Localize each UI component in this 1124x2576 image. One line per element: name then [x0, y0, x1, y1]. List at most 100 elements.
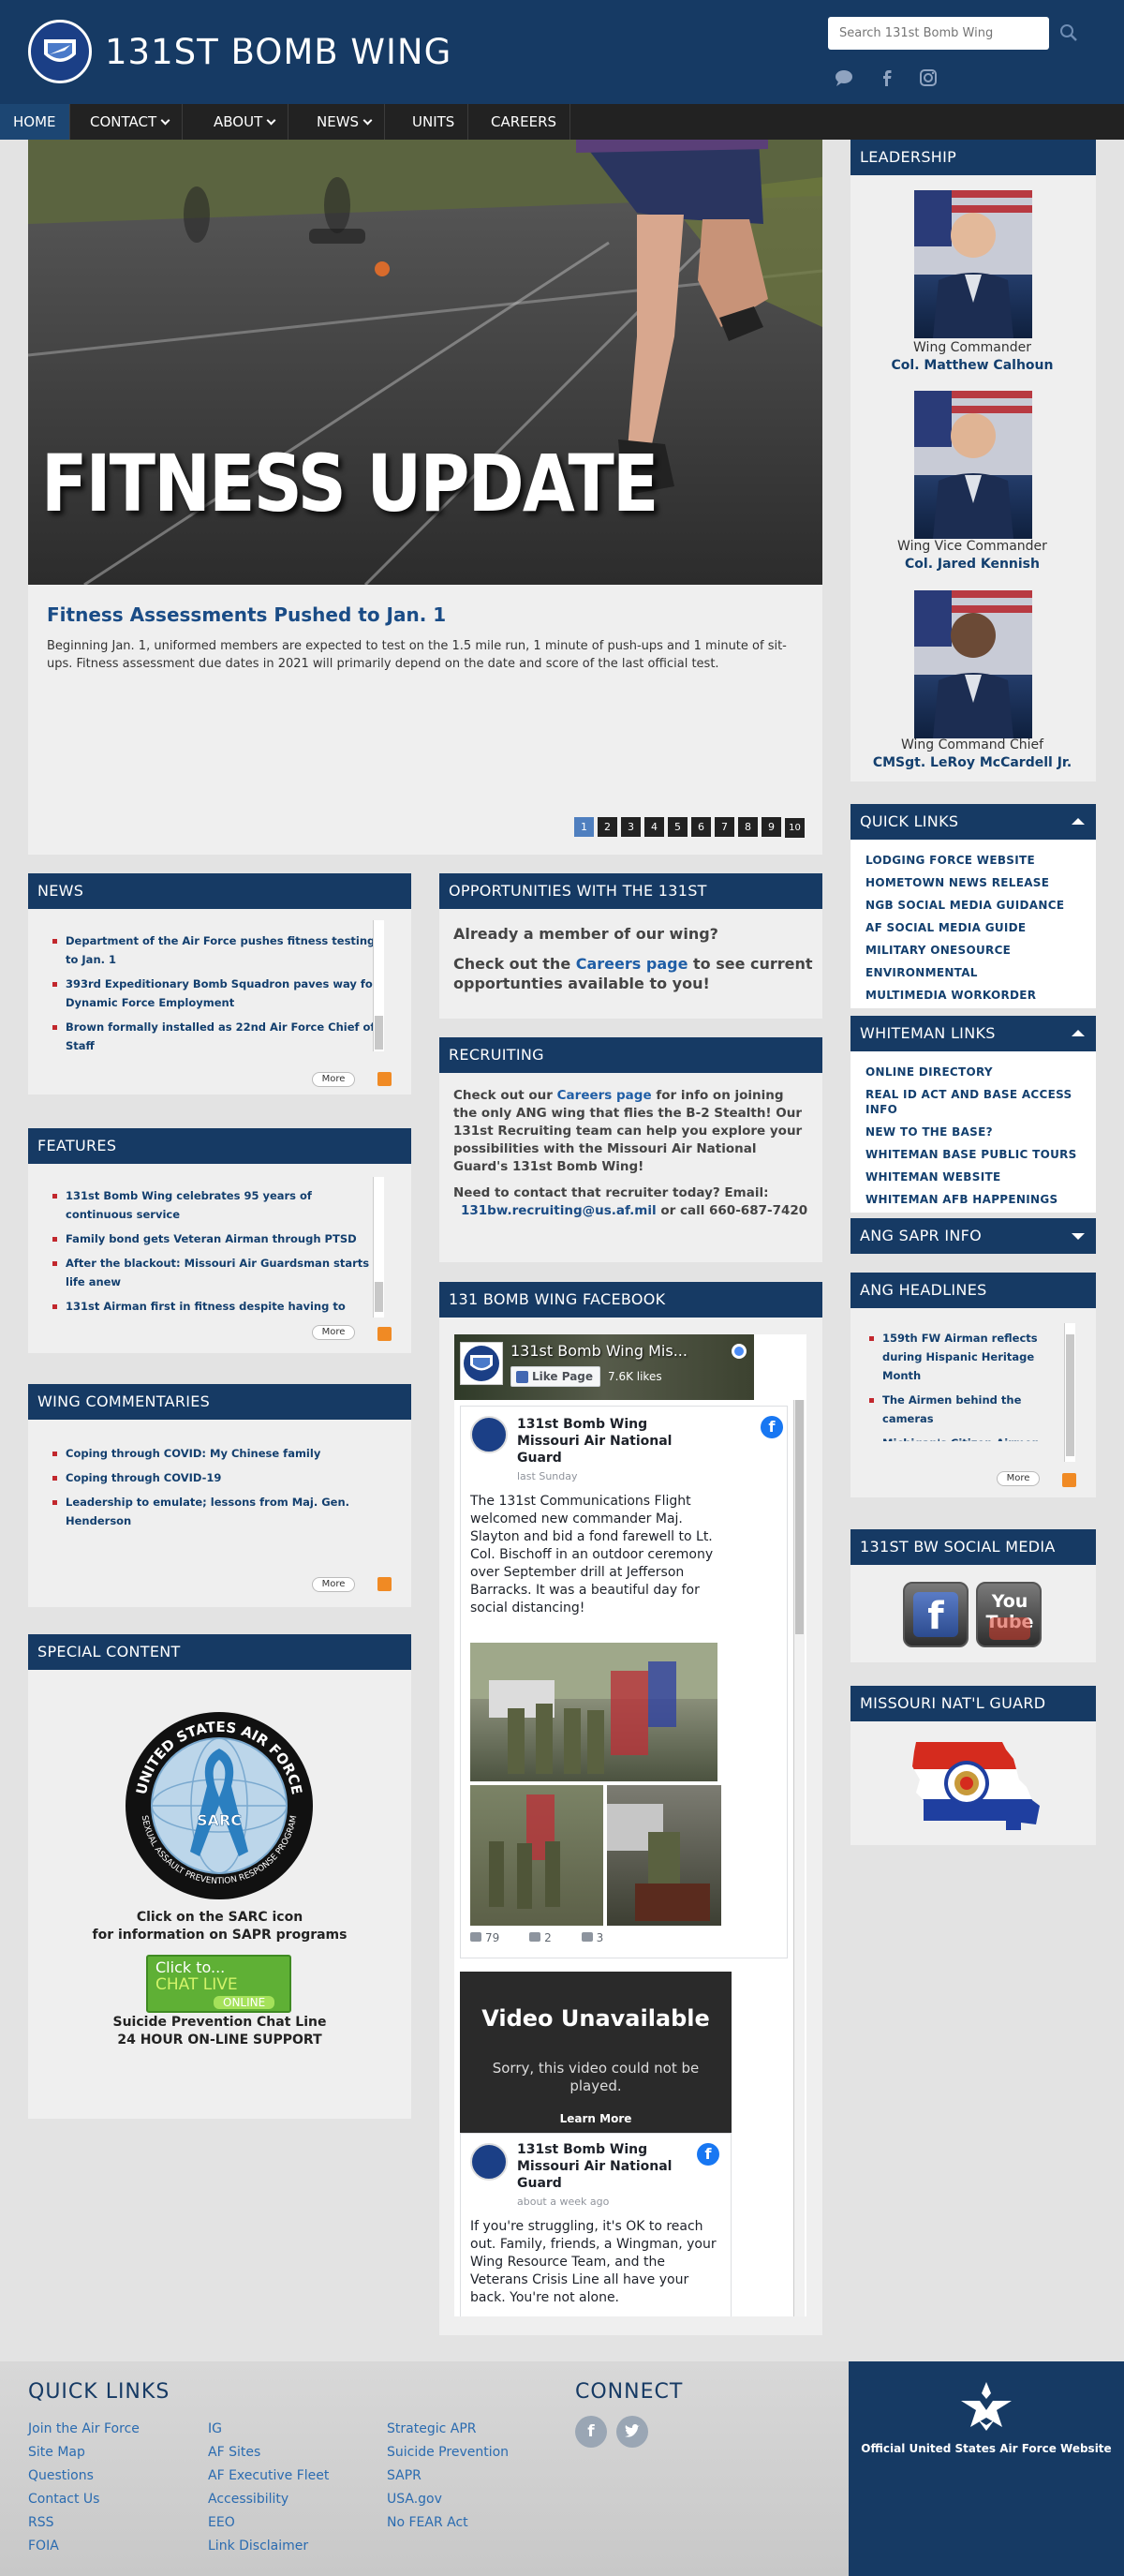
whiteman-link[interactable]: WHITEMAN AFB HAPPENINGS — [865, 1192, 1096, 1207]
footer-link[interactable]: AF Sites — [208, 2445, 260, 2460]
photo[interactable] — [470, 1785, 603, 1926]
fb-video-block[interactable]: Video Unavailable Sorry, this video coul… — [460, 1972, 732, 2133]
af-official-site[interactable]: Official United States Air Force Website — [849, 2361, 1124, 2576]
quick-links-header[interactable]: QUICK LINKS — [850, 804, 1096, 840]
rss-icon[interactable] — [1062, 1473, 1076, 1487]
hero-headline[interactable]: Fitness Assessments Pushed to Jan. 1 — [47, 603, 446, 626]
scrollbar[interactable] — [373, 1177, 384, 1318]
scrollbar[interactable] — [1064, 1323, 1075, 1462]
list-item[interactable]: 159th FW Airman reflects during Hispanic… — [862, 1329, 1070, 1385]
fb-post-author[interactable]: 131st Bomb Wing Missouri Air National Gu… — [517, 2141, 695, 2192]
page-button[interactable]: 1 — [574, 817, 594, 837]
footer-link[interactable]: AF Executive Fleet — [208, 2468, 329, 2483]
rss-icon[interactable] — [377, 1327, 392, 1341]
wing-logo[interactable] — [28, 20, 92, 83]
quick-link[interactable]: MULTIMEDIA WORKORDER — [865, 988, 1096, 1003]
scrollbar[interactable] — [373, 920, 384, 1051]
leader-name[interactable]: Col. Matthew Calhoun — [850, 358, 1094, 373]
facebook-widget[interactable]: 131st Bomb Wing Mis... Like Page 7.6K li… — [454, 1334, 806, 2316]
footer-link[interactable]: USA.gov — [387, 2492, 442, 2507]
likes-count[interactable]: 79 — [485, 1931, 499, 1944]
missouri-flag-map[interactable] — [909, 1738, 1040, 1830]
list-item[interactable]: Coping through COVID: My Chinese family — [45, 1444, 382, 1463]
fb-page-header[interactable]: 131st Bomb Wing Mis... Like Page 7.6K li… — [454, 1334, 754, 1400]
footer-link[interactable]: No FEAR Act — [387, 2515, 468, 2530]
like-icon[interactable] — [470, 1932, 481, 1942]
footer-link[interactable]: EEO — [208, 2515, 235, 2530]
leader-photo[interactable] — [914, 391, 1032, 539]
footer-link[interactable]: SAPR — [387, 2468, 422, 2483]
list-item[interactable]: 393rd Expeditionary Bomb Squadron paves … — [45, 975, 382, 1012]
nav-news[interactable]: NEWS — [303, 104, 386, 140]
chat-live-button[interactable]: Click to... CHAT LIVE ONLINE — [146, 1955, 291, 2013]
more-button[interactable]: More — [997, 1471, 1040, 1486]
comment-icon[interactable] — [529, 1932, 541, 1942]
page-button[interactable]: 2 — [598, 817, 617, 837]
video-learn-more-link[interactable]: Learn More — [460, 2112, 732, 2125]
nav-about[interactable]: ABOUT — [200, 104, 289, 140]
quick-link[interactable]: ENVIRONMENTAL — [865, 965, 1096, 980]
fb-post-time[interactable]: last Sunday — [517, 1470, 578, 1482]
footer-link[interactable]: FOIA — [28, 2539, 59, 2554]
facebook-icon[interactable]: f — [575, 2416, 607, 2448]
photo[interactable] — [607, 1785, 721, 1926]
fb-post-avatar[interactable] — [470, 2143, 508, 2181]
fb-post-time[interactable]: about a week ago — [517, 2196, 609, 2208]
list-item[interactable]: The Airmen behind the cameras — [862, 1391, 1070, 1428]
footer-link[interactable]: Contact Us — [28, 2492, 99, 2507]
sarc-seal[interactable]: SARC UNITED STATES AIR FORCE SEXUAL ASSA… — [125, 1711, 314, 1900]
instagram-icon[interactable] — [918, 67, 939, 88]
whiteman-link[interactable]: WHITEMAN WEBSITE — [865, 1169, 1096, 1184]
careers-link[interactable]: Careers page — [576, 955, 688, 973]
page-button[interactable]: 7 — [715, 817, 734, 837]
leader-photo[interactable] — [914, 590, 1032, 738]
footer-link[interactable]: Site Map — [28, 2445, 85, 2460]
nav-contact[interactable]: CONTACT — [77, 104, 184, 140]
page-button[interactable]: 6 — [691, 817, 711, 837]
rss-icon[interactable] — [377, 1577, 392, 1591]
page-button[interactable]: 10 — [785, 818, 805, 838]
more-button[interactable]: More — [312, 1325, 355, 1340]
quick-link[interactable]: AF SOCIAL MEDIA GUIDE — [865, 920, 1096, 935]
page-button[interactable]: 9 — [762, 817, 781, 837]
hero-image[interactable]: FITNESS UPDATE — [28, 140, 822, 585]
nav-home[interactable]: HOME — [0, 104, 70, 140]
footer-link[interactable]: Suicide Prevention — [387, 2445, 509, 2460]
twitter-icon[interactable] — [616, 2416, 648, 2448]
rss-icon[interactable] — [377, 1072, 392, 1086]
whiteman-links-header[interactable]: WHITEMAN LINKS — [850, 1016, 1096, 1051]
fb-post-avatar[interactable] — [470, 1416, 508, 1453]
photo[interactable] — [470, 1643, 717, 1781]
list-item[interactable]: 131st Bomb Wing celebrates 95 years of c… — [45, 1186, 382, 1224]
list-item[interactable]: Brown formally installed as 22nd Air For… — [45, 1018, 382, 1055]
fb-page-name[interactable]: 131st Bomb Wing Mis... — [510, 1342, 688, 1360]
chevron-up-icon[interactable] — [1072, 1030, 1085, 1036]
search-icon[interactable] — [1058, 22, 1081, 45]
more-button[interactable]: More — [312, 1577, 355, 1592]
list-item[interactable]: Michigan's Citizen Airmen — [862, 1434, 1070, 1441]
site-title[interactable]: 131ST BOMB WING — [105, 32, 451, 72]
quick-link[interactable]: MILITARY ONESOURCE — [865, 943, 1096, 958]
footer-link[interactable]: Accessibility — [208, 2492, 288, 2507]
fb-like-page-button[interactable]: Like Page — [510, 1366, 600, 1387]
leader-name[interactable]: Col. Jared Kennish — [850, 557, 1094, 572]
chat-icon[interactable] — [834, 67, 854, 88]
footer-link[interactable]: Questions — [28, 2468, 94, 2483]
fb-post-photos[interactable] — [470, 1643, 736, 1926]
quick-link[interactable]: LODGING FORCE WEBSITE — [865, 853, 1096, 868]
quick-link[interactable]: NGB SOCIAL MEDIA GUIDANCE — [865, 898, 1096, 913]
youtube-icon[interactable]: You Tube — [976, 1582, 1042, 1647]
facebook-icon[interactable] — [877, 67, 897, 88]
nav-units[interactable]: UNITS — [399, 104, 469, 140]
whiteman-link[interactable]: NEW TO THE BASE? — [865, 1124, 1096, 1139]
footer-link[interactable]: Link Disclaimer — [208, 2539, 308, 2554]
page-button[interactable]: 4 — [644, 817, 664, 837]
facebook-icon[interactable]: f — [903, 1582, 969, 1647]
whiteman-link[interactable]: REAL ID ACT AND BASE ACCESS INFO — [865, 1087, 1096, 1117]
list-item[interactable]: Coping through COVID-19 — [45, 1468, 382, 1487]
footer-link[interactable]: Join the Air Force — [28, 2421, 140, 2436]
search-input[interactable] — [828, 17, 1049, 50]
comments-count[interactable]: 2 — [544, 1931, 552, 1944]
share-icon[interactable] — [581, 1932, 593, 1942]
whiteman-link[interactable]: ONLINE DIRECTORY — [865, 1065, 1096, 1080]
